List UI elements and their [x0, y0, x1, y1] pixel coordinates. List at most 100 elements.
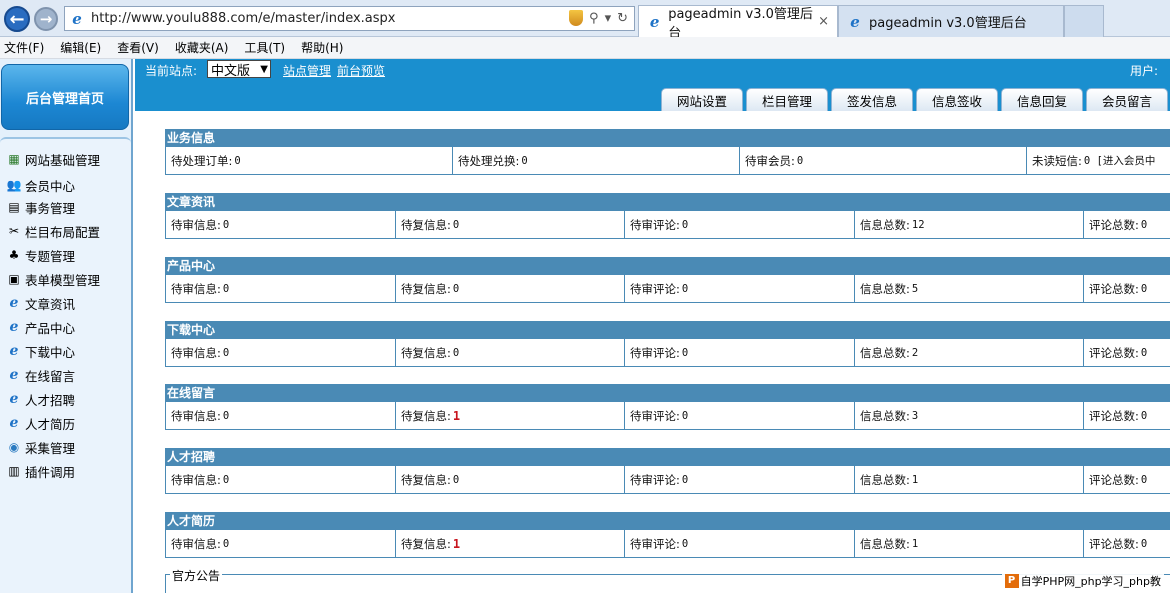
sidebar-item-plugins[interactable]: ▥ 插件调用	[6, 461, 75, 481]
sidebar-item-messages[interactable]: e 在线留言	[6, 365, 75, 385]
members-icon: 👥	[6, 178, 22, 192]
menu-file[interactable]: 文件(F)	[4, 39, 44, 56]
admin-home-button[interactable]: 后台管理首页	[1, 64, 129, 130]
stat-cell: 信息总数: 12	[855, 211, 1084, 238]
tab-info-receive[interactable]: 信息签收	[916, 88, 998, 111]
sidebar-item-downloads[interactable]: e 下载中心	[6, 341, 75, 361]
sidebar-menu: ▦ 网站基础管理 👥 会员中心 ▤ 事务管理 ✂ 栏目布局配置 ♣ 专题管理 ▣ 表单模型管…	[0, 137, 131, 593]
section-title: 下载中心	[165, 321, 1170, 339]
new-tab-button[interactable]	[1064, 5, 1104, 37]
stat-cell: 待审会员: 0	[740, 147, 1027, 174]
section-resumes: 人才简历 待审信息: 0 待复信息: 1 待审评论: 0 信息总数: 1 评论总数: 0	[165, 512, 1170, 558]
section-title: 产品中心	[165, 257, 1170, 275]
ie-icon: e	[9, 295, 19, 311]
section-title: 在线留言	[165, 384, 1170, 402]
sidebar-item-layout[interactable]: ✂ 栏目布局配置	[6, 221, 100, 241]
sidebar-item-site-basic[interactable]: ▦ 网站基础管理	[6, 149, 100, 169]
plugin-icon: ▥	[8, 464, 20, 478]
menu-help[interactable]: 帮助(H)	[301, 39, 343, 56]
stat-cell: 待复信息: 0	[396, 275, 625, 302]
top-header: 当前站点: 中文版 ▼ 站点管理 前台预览 用户: 网站设置 栏目管理 签发信息 …	[135, 59, 1170, 111]
site-manage-link[interactable]: 站点管理	[283, 62, 331, 79]
ie-icon: e	[9, 343, 19, 359]
pending-reply-count[interactable]: 1	[453, 409, 460, 423]
menu-tools[interactable]: 工具(T)	[244, 39, 285, 56]
menu-favorites[interactable]: 收藏夹(A)	[175, 39, 229, 56]
stat-cell: 待处理订单: 0	[166, 147, 453, 174]
sidebar-item-resumes[interactable]: e 人才简历	[6, 413, 75, 433]
stat-cell: 信息总数: 1	[855, 530, 1084, 557]
left-sidebar: 后台管理首页 ▦ 网站基础管理 👥 会员中心 ▤ 事务管理 ✂ 栏目布局配置 ♣ 专题管理…	[0, 59, 133, 593]
front-preview-link[interactable]: 前台预览	[337, 62, 385, 79]
dropdown-icon[interactable]: ▾	[605, 11, 612, 26]
sidebar-item-topics[interactable]: ♣ 专题管理	[6, 245, 75, 265]
stat-cell: 评论总数: 0	[1089, 536, 1148, 551]
menu-view[interactable]: 查看(V)	[117, 39, 159, 56]
stat-cell: 待审信息: 0	[166, 402, 396, 429]
stat-cell: 待审评论: 0	[625, 211, 855, 238]
chevron-down-icon: ▼	[260, 63, 268, 75]
sidebar-item-affairs[interactable]: ▤ 事务管理	[6, 197, 75, 217]
browser-tab-active[interactable]: e pageadmin v3.0管理后台 ×	[638, 5, 838, 41]
ie-icon: e	[9, 391, 19, 407]
menu-edit[interactable]: 编辑(E)	[60, 39, 101, 56]
address-tools: ⚲ ▾ ↻	[569, 10, 628, 26]
address-bar[interactable]: e http://www.youlu888.com/e/master/index…	[64, 6, 635, 31]
section-title: 业务信息	[165, 129, 1170, 147]
sidebar-item-articles[interactable]: e 文章资讯	[6, 293, 75, 313]
arrow-right-icon: →	[39, 10, 53, 28]
stat-cell: 待复信息: 0	[396, 211, 625, 238]
browser-tab-inactive[interactable]: e pageadmin v3.0管理后台	[838, 5, 1064, 37]
current-site-label: 当前站点:	[145, 64, 198, 78]
stat-cell: 评论总数: 0	[1089, 408, 1148, 423]
tab-title: pageadmin v3.0管理后台	[668, 6, 813, 41]
menu-bar: 文件(F) 编辑(E) 查看(V) 收藏夹(A) 工具(T) 帮助(H)	[0, 37, 1170, 59]
stat-cell: 信息总数: 5	[855, 275, 1084, 302]
sidebar-item-recruit[interactable]: e 人才招聘	[6, 389, 75, 409]
refresh-icon[interactable]: ↻	[617, 11, 628, 26]
pending-reply-count[interactable]: 1	[453, 537, 460, 551]
affairs-icon: ▤	[8, 200, 20, 214]
stat-cell[interactable]: 未读短信: 0 [进入会员中	[1027, 147, 1170, 174]
tab-issue-info[interactable]: 签发信息	[831, 88, 913, 111]
section-row: 待处理订单: 0 待处理兑换: 0 待审会员: 0 未读短信: 0 [进入会员中	[165, 147, 1170, 175]
section-row: 待审信息: 0 待复信息: 0 待审评论: 0 信息总数: 5 评论总数: 0	[165, 275, 1170, 303]
sidebar-item-members[interactable]: 👥 会员中心	[6, 175, 76, 195]
search-icon[interactable]: ⚲	[589, 11, 599, 26]
ie-icon: e	[9, 415, 19, 431]
stat-cell: 评论总数: 0	[1089, 217, 1148, 232]
stat-cell: 待审信息: 0	[166, 466, 396, 493]
stat-cell: 评论总数: 0	[1089, 472, 1148, 487]
forward-button[interactable]: →	[34, 7, 58, 31]
stat-cell: 待审信息: 0	[166, 339, 396, 366]
arrow-left-icon: ←	[9, 8, 25, 30]
back-button[interactable]: ←	[4, 6, 30, 32]
ie-icon: e	[9, 319, 19, 335]
section-title: 人才招聘	[165, 448, 1170, 466]
stat-cell: 待审信息: 0	[166, 275, 396, 302]
section-business: 业务信息 待处理订单: 0 待处理兑换: 0 待审会员: 0 未读短信: 0 [进入会员…	[165, 129, 1170, 175]
close-icon[interactable]: ×	[818, 14, 829, 29]
watermark: P 自学PHP网_php学习_php教	[1001, 572, 1164, 590]
sidebar-item-form-model[interactable]: ▣ 表单模型管理	[6, 269, 100, 289]
address-text[interactable]: http://www.youlu888.com/e/master/index.a…	[91, 11, 395, 26]
sidebar-item-products[interactable]: e 产品中心	[6, 317, 75, 337]
main-content: 业务信息 待处理订单: 0 待处理兑换: 0 待审会员: 0 未读短信: 0 [进入会员…	[135, 111, 1170, 593]
stat-cell: 待复信息: 1	[396, 530, 625, 557]
tab-info-reply[interactable]: 信息回复	[1001, 88, 1083, 111]
section-title: 文章资讯	[165, 193, 1170, 211]
section-downloads: 下载中心 待审信息: 0 待复信息: 0 待审评论: 0 信息总数: 2 评论总数: 0	[165, 321, 1170, 367]
tab-title: pageadmin v3.0管理后台	[869, 16, 1027, 31]
stat-cell: 待审评论: 0	[625, 530, 855, 557]
site-select[interactable]: 中文版 ▼	[207, 60, 271, 79]
tab-site-settings[interactable]: 网站设置	[661, 88, 743, 111]
section-products: 产品中心 待审信息: 0 待复信息: 0 待审评论: 0 信息总数: 5 评论总数: 0	[165, 257, 1170, 303]
tab-member-messages[interactable]: 会员留言	[1086, 88, 1168, 111]
tools-icon: ✂	[8, 224, 20, 238]
sidebar-item-collect[interactable]: ◉ 采集管理	[6, 437, 75, 457]
tab-column-manage[interactable]: 栏目管理	[746, 88, 828, 111]
compat-shield-icon[interactable]	[569, 10, 584, 26]
stat-cell: 待复信息: 1	[396, 402, 625, 429]
form-model-icon: ▣	[8, 272, 20, 286]
php-logo-icon: P	[1004, 574, 1019, 588]
